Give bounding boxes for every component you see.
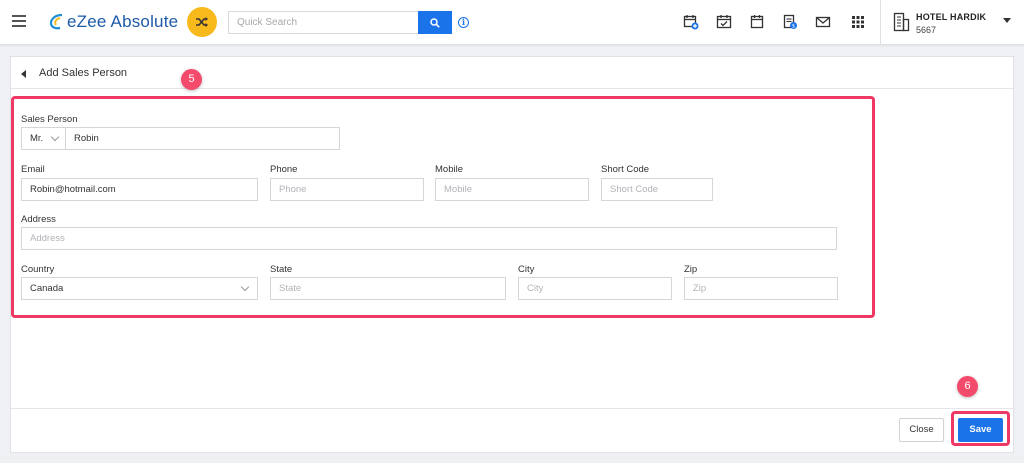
app-logo[interactable]: eZee Absolute <box>48 11 178 33</box>
mobile-label: Mobile <box>435 164 463 175</box>
calendar-add-icon[interactable] <box>683 14 699 30</box>
app-name: eZee Absolute <box>67 12 179 31</box>
salutation-select[interactable]: Mr. <box>21 127 66 150</box>
ezee-logo-icon <box>48 12 66 32</box>
invoice-icon[interactable]: $ <box>782 14 798 30</box>
mail-icon[interactable] <box>815 14 831 30</box>
chevron-down-icon <box>50 132 60 142</box>
state-input[interactable] <box>270 277 506 300</box>
country-select[interactable]: Canada <box>21 277 258 300</box>
page-title: Add Sales Person <box>39 67 128 79</box>
salutation-value: Mr. <box>30 133 44 144</box>
chevron-down-icon <box>240 282 250 292</box>
sales-person-name-input[interactable] <box>65 127 340 150</box>
address-input[interactable] <box>21 227 837 250</box>
short-code-label: Short Code <box>601 164 650 175</box>
step-badge-6: 6 <box>957 376 978 397</box>
search-button[interactable] <box>418 11 452 34</box>
short-code-input[interactable] <box>601 178 713 201</box>
top-bar: eZee Absolute i <box>0 0 1024 45</box>
step-badge-5: 5 <box>181 69 202 90</box>
apps-grid-icon[interactable] <box>850 14 866 30</box>
panel-header: Add Sales Person <box>11 57 1013 89</box>
calendar-icon[interactable] <box>749 14 765 30</box>
city-label: City <box>518 264 535 275</box>
footer-divider <box>11 408 1013 409</box>
phone-label: Phone <box>270 164 298 175</box>
quick-search-input[interactable] <box>228 11 418 34</box>
sales-person-label: Sales Person <box>21 114 78 125</box>
zip-label: Zip <box>684 264 698 275</box>
country-value: Canada <box>30 283 64 294</box>
hotel-name: HOTEL HARDIK <box>916 12 987 22</box>
header-divider <box>880 0 881 45</box>
zip-input[interactable] <box>684 277 838 300</box>
email-label: Email <box>21 164 45 175</box>
state-label: State <box>270 264 293 275</box>
hamburger-menu-icon[interactable] <box>12 15 26 27</box>
svg-text:$: $ <box>792 24 795 30</box>
building-icon <box>892 12 910 32</box>
search-icon <box>430 17 440 28</box>
switch-button[interactable] <box>187 7 217 37</box>
hotel-dropdown-icon[interactable] <box>1003 18 1011 23</box>
info-icon[interactable]: i <box>458 17 469 28</box>
calendar-check-icon[interactable] <box>716 14 732 30</box>
phone-input[interactable] <box>270 178 424 201</box>
country-label: Country <box>21 264 55 275</box>
city-input[interactable] <box>518 277 672 300</box>
address-label: Address <box>21 214 56 225</box>
close-button[interactable]: Close <box>899 418 944 442</box>
mobile-input[interactable] <box>435 178 589 201</box>
hotel-code: 5667 <box>916 25 937 35</box>
back-icon[interactable] <box>21 70 26 78</box>
shuffle-icon <box>196 17 208 27</box>
email-input[interactable] <box>21 178 258 201</box>
save-button[interactable]: Save <box>958 418 1003 442</box>
